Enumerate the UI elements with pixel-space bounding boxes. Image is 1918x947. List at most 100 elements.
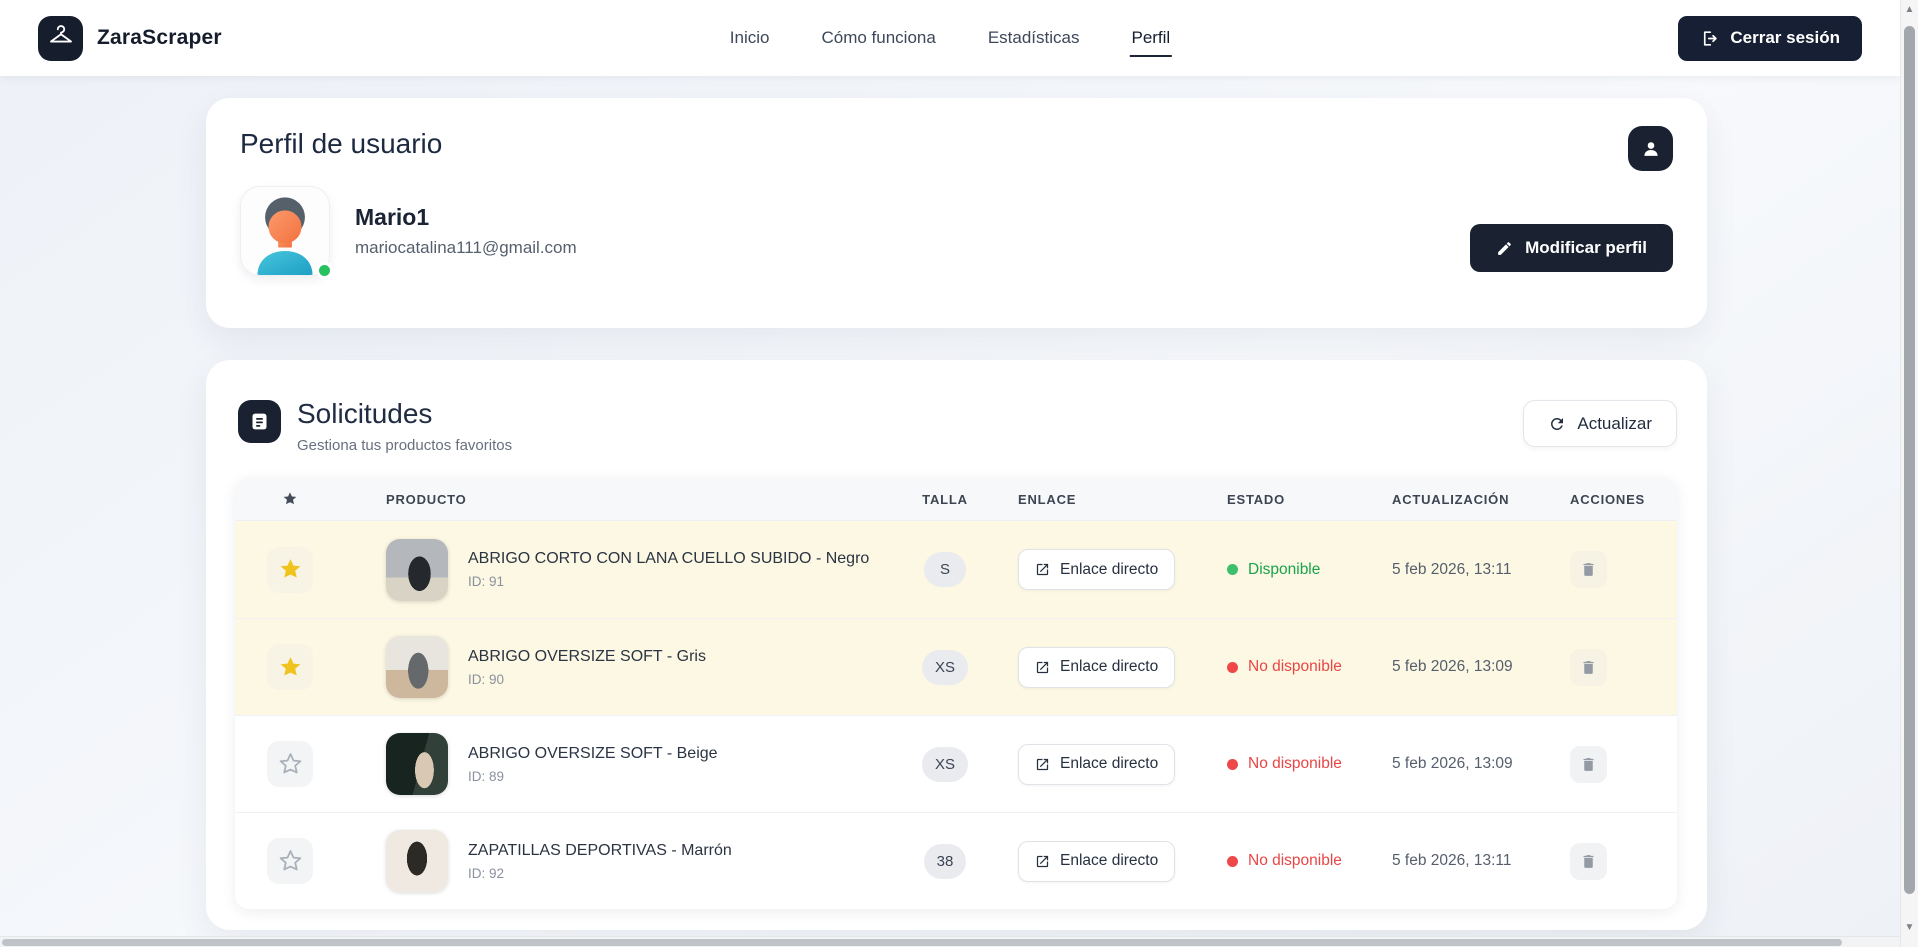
requests-table: PRODUCTO TALLA ENLACE ESTADO ACTUALIZACI…	[235, 478, 1677, 909]
favorite-column-star-icon	[235, 491, 345, 507]
updated-timestamp: 5 feb 2026, 13:11	[1385, 852, 1560, 870]
status: No disponible	[1215, 755, 1385, 773]
brand: ZaraScraper	[38, 16, 222, 61]
edit-profile-label: Modificar perfil	[1525, 238, 1647, 258]
size-badge: S	[924, 552, 966, 587]
column-header-acciones: ACCIONES	[1560, 492, 1677, 507]
profile-card: Perfil de usuario	[206, 98, 1707, 328]
external-link-icon	[1035, 854, 1050, 869]
page: ZaraScraper Inicio Cómo funciona Estadís…	[0, 0, 1918, 947]
size-badge: XS	[922, 650, 968, 685]
refresh-button[interactable]: Actualizar	[1523, 400, 1677, 447]
vertical-scrollbar-thumb[interactable]	[1904, 26, 1915, 894]
size-badge: 38	[924, 844, 967, 879]
nav-item-como-funciona[interactable]: Cómo funciona	[819, 20, 937, 56]
edit-profile-button[interactable]: Modificar perfil	[1470, 224, 1673, 272]
status-label: No disponible	[1248, 852, 1342, 870]
vertical-scrollbar[interactable]: ▲ ▼	[1900, 0, 1918, 947]
direct-link-label: Enlace directo	[1060, 755, 1158, 773]
top-bar: ZaraScraper Inicio Cómo funciona Estadís…	[0, 0, 1900, 76]
online-status-dot	[316, 262, 333, 279]
refresh-icon	[1548, 415, 1566, 433]
status-label: Disponible	[1248, 561, 1320, 579]
main-nav: Inicio Cómo funciona Estadísticas Perfil	[728, 0, 1172, 76]
status-label: No disponible	[1248, 755, 1342, 773]
column-header-enlace: ENLACE	[985, 492, 1215, 507]
external-link-icon	[1035, 757, 1050, 772]
status-label: No disponible	[1248, 658, 1342, 676]
product-title: ZAPATILLAS DEPORTIVAS - Marrón	[468, 842, 732, 860]
status-dot	[1227, 662, 1238, 673]
status: Disponible	[1215, 561, 1385, 579]
favorite-toggle-button[interactable]	[267, 644, 313, 690]
external-link-icon	[1035, 562, 1050, 577]
external-link-icon	[1035, 660, 1050, 675]
delete-button[interactable]	[1570, 746, 1607, 783]
direct-link-label: Enlace directo	[1060, 852, 1158, 870]
delete-button[interactable]	[1570, 649, 1607, 686]
status-dot	[1227, 564, 1238, 575]
product-id: ID: 90	[468, 672, 706, 687]
product-thumbnail	[386, 830, 448, 892]
direct-link-label: Enlace directo	[1060, 658, 1158, 676]
product-title: ABRIGO OVERSIZE SOFT - Beige	[468, 745, 718, 763]
refresh-label: Actualizar	[1577, 414, 1652, 434]
product-title: ABRIGO CORTO CON LANA CUELLO SUBIDO - Ne…	[468, 550, 869, 568]
nav-item-estadisticas[interactable]: Estadísticas	[986, 20, 1082, 56]
status: No disponible	[1215, 658, 1385, 676]
delete-button[interactable]	[1570, 551, 1607, 588]
horizontal-scrollbar[interactable]	[0, 936, 1900, 947]
status-dot	[1227, 759, 1238, 770]
favorite-toggle-button[interactable]	[267, 547, 313, 593]
favorite-toggle-button[interactable]	[267, 838, 313, 884]
product-thumbnail	[386, 636, 448, 698]
hanger-icon	[38, 16, 83, 61]
user-email: mariocatalina111@gmail.com	[355, 238, 577, 258]
table-header-row: PRODUCTO TALLA ENLACE ESTADO ACTUALIZACI…	[235, 478, 1677, 521]
requests-subtitle: Gestiona tus productos favoritos	[297, 437, 512, 454]
updated-timestamp: 5 feb 2026, 13:11	[1385, 561, 1560, 579]
nav-item-perfil[interactable]: Perfil	[1129, 20, 1172, 57]
username: Mario1	[355, 204, 577, 231]
column-header-producto: PRODUCTO	[345, 492, 905, 507]
app-title: ZaraScraper	[97, 26, 222, 50]
product-id: ID: 89	[468, 769, 718, 784]
scroll-down-arrow-icon[interactable]: ▼	[1901, 922, 1918, 933]
product-id: ID: 92	[468, 866, 732, 881]
updated-timestamp: 5 feb 2026, 13:09	[1385, 658, 1560, 676]
logout-label: Cerrar sesión	[1730, 28, 1840, 48]
direct-link-button[interactable]: Enlace directo	[1018, 841, 1175, 882]
product-title: ABRIGO OVERSIZE SOFT - Gris	[468, 648, 706, 666]
nav-item-inicio[interactable]: Inicio	[728, 20, 772, 56]
horizontal-scrollbar-thumb[interactable]	[2, 939, 1842, 946]
requests-title: Solicitudes	[297, 400, 512, 428]
direct-link-label: Enlace directo	[1060, 561, 1158, 579]
status-dot	[1227, 856, 1238, 867]
column-header-actualizacion: ACTUALIZACIÓN	[1385, 492, 1560, 507]
direct-link-button[interactable]: Enlace directo	[1018, 647, 1175, 688]
favorite-toggle-button[interactable]	[267, 741, 313, 787]
product-id: ID: 91	[468, 574, 869, 589]
product-thumbnail	[386, 733, 448, 795]
profile-title: Perfil de usuario	[240, 128, 1673, 160]
column-header-talla: TALLA	[905, 492, 985, 507]
direct-link-button[interactable]: Enlace directo	[1018, 549, 1175, 590]
requests-card: Solicitudes Gestiona tus productos favor…	[206, 360, 1707, 930]
updated-timestamp: 5 feb 2026, 13:09	[1385, 755, 1560, 773]
logout-icon	[1700, 29, 1719, 48]
logout-button[interactable]: Cerrar sesión	[1678, 16, 1862, 61]
size-badge: XS	[922, 747, 968, 782]
product-thumbnail	[386, 539, 448, 601]
direct-link-button[interactable]: Enlace directo	[1018, 744, 1175, 785]
table-row: ABRIGO OVERSIZE SOFT - Gris ID: 90 XS En…	[235, 618, 1677, 715]
column-header-estado: ESTADO	[1215, 492, 1385, 507]
pencil-icon	[1496, 240, 1513, 257]
status: No disponible	[1215, 852, 1385, 870]
document-icon	[238, 400, 281, 443]
table-row: ZAPATILLAS DEPORTIVAS - Marrón ID: 92 38…	[235, 812, 1677, 909]
profile-summary: Mario1 mariocatalina111@gmail.com	[240, 186, 1673, 276]
user-badge-icon	[1628, 126, 1673, 171]
scroll-up-arrow-icon[interactable]: ▲	[1901, 4, 1918, 15]
table-row: ABRIGO CORTO CON LANA CUELLO SUBIDO - Ne…	[235, 521, 1677, 618]
delete-button[interactable]	[1570, 843, 1607, 880]
